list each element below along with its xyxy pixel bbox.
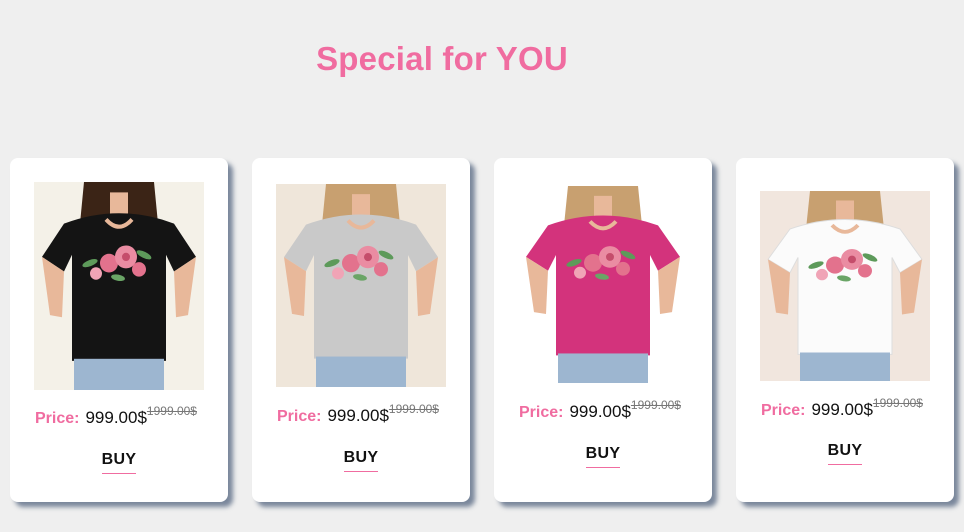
price-value: 999.00$ [569,402,631,421]
price-label: Price: [761,402,806,419]
product-card: Price: 999.00$1999.00$ BUY [494,158,712,502]
buy-button[interactable]: BUY [585,445,621,468]
product-image[interactable] [518,186,688,383]
price-value: 999.00$ [327,406,389,425]
old-price: 1999.00$ [630,398,681,412]
buy-container: BUY [736,442,954,465]
product-card: Price: 999.00$1999.00$ BUY [10,158,228,502]
price-value: 999.00$ [811,400,873,419]
product-image[interactable] [34,182,204,390]
buy-container: BUY [252,449,470,472]
buy-container: BUY [10,451,228,474]
price-row: Price: 999.00$1999.00$ [519,398,681,422]
price-label: Price: [35,410,80,427]
old-price: 1999.00$ [388,402,439,416]
old-price: 1999.00$ [146,404,197,418]
product-card: Price: 999.00$1999.00$ BUY [252,158,470,502]
buy-button[interactable]: BUY [827,442,863,465]
old-price: 1999.00$ [872,396,923,410]
price-value: 999.00$ [85,408,147,427]
buy-container: BUY [494,445,712,468]
product-image[interactable] [276,184,446,387]
product-card: Price: 999.00$1999.00$ BUY [736,158,954,502]
price-label: Price: [519,404,564,421]
price-row: Price: 999.00$1999.00$ [35,404,197,428]
buy-button[interactable]: BUY [101,451,137,474]
price-label: Price: [277,408,322,425]
price-row: Price: 999.00$1999.00$ [277,402,439,426]
buy-button[interactable]: BUY [343,449,379,472]
section-title: Special for YOU [316,40,568,77]
product-image[interactable] [760,191,930,381]
price-row: Price: 999.00$1999.00$ [761,396,923,420]
